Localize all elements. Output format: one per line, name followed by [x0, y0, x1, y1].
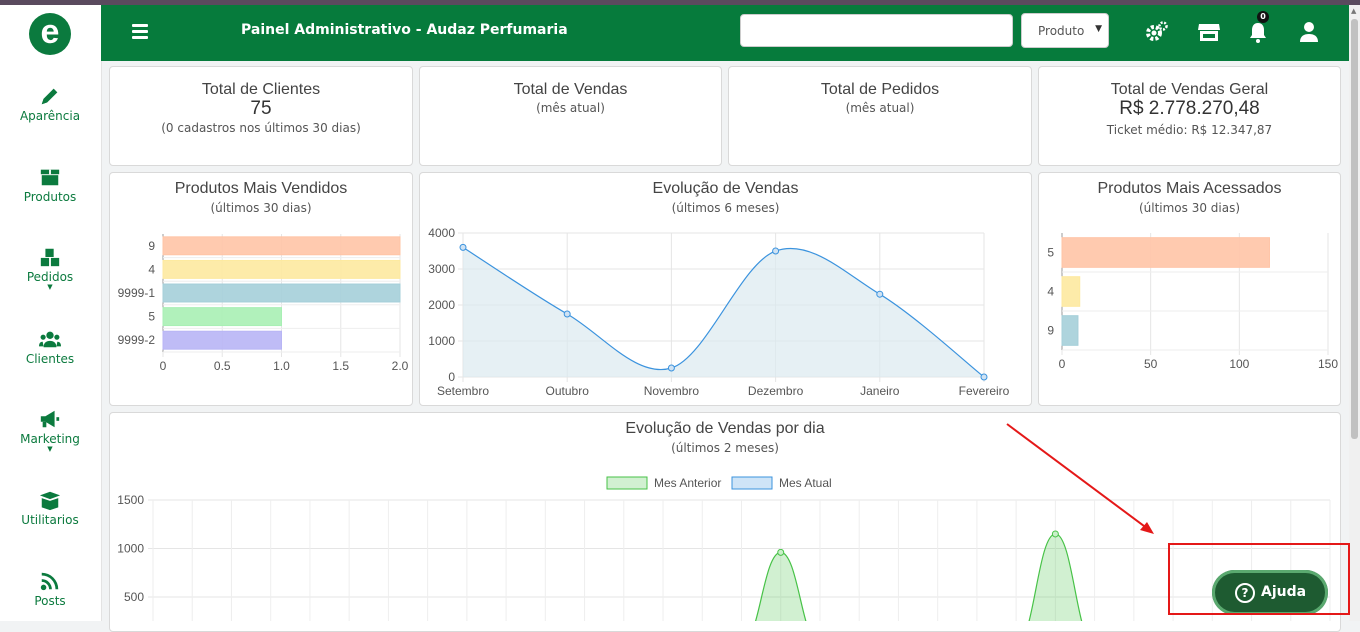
card-subtitle: Ticket médio: R$ 12.347,87: [1106, 123, 1273, 137]
chart-subtitle: (últimos 6 meses): [671, 201, 780, 215]
chart-title: Produtos Mais Acessados: [1097, 180, 1282, 197]
sidebar-item-utilitarios[interactable]: Utilitarios: [0, 489, 100, 527]
sidebar-item-label: Utilitarios: [21, 513, 79, 527]
sidebar-item-clientes[interactable]: Clientes: [0, 328, 100, 366]
chart-title: Evolução de Vendas por dia: [625, 420, 825, 437]
select-value: Produto: [1038, 24, 1085, 38]
card-total-vendas-geral: Total de Vendas Geral R$ 2.778.270,48 Ti…: [1038, 66, 1341, 166]
menu-icon[interactable]: [132, 24, 148, 42]
boxes-icon: [40, 248, 60, 267]
sidebar-item-posts[interactable]: Posts: [0, 570, 100, 608]
chevron-down-icon: ▼: [47, 445, 53, 453]
gift-box-icon: [39, 491, 61, 511]
card-value: 75: [250, 98, 272, 119]
sidebar-item-label: Marketing: [20, 432, 80, 446]
card-total-vendas: Total de Vendas (mês atual): [419, 66, 722, 166]
logo[interactable]: e: [29, 13, 71, 55]
notifications-badge: 0: [1257, 11, 1269, 23]
settings-icon[interactable]: [1145, 20, 1169, 44]
annotation-highlight-box: [1168, 543, 1350, 615]
chart-subtitle: (últimos 30 dias): [1138, 201, 1241, 215]
card-subtitle: (0 cadastros nos últimos 30 dias): [161, 121, 361, 135]
card-title: Total de Vendas: [513, 81, 628, 98]
chevron-down-icon: ▼: [47, 283, 53, 291]
chevron-down-icon: ▼: [1095, 24, 1102, 34]
megaphone-icon: [40, 410, 60, 428]
chart-card-mais-acessados: Produtos Mais Acessados (últimos 30 dias…: [1038, 172, 1341, 406]
sidebar: e Aparência Produtos Pedidos ▼ Clientes …: [0, 5, 102, 621]
scrollbar[interactable]: ▲: [1349, 5, 1360, 621]
top-header: Painel Administrativo - Audaz Perfumaria…: [101, 5, 1349, 61]
rss-icon: [40, 572, 59, 591]
chart-card-evolucao-vendas: Evolução de Vendas (últimos 6 meses): [419, 172, 1032, 406]
card-title: Total de Pedidos: [820, 81, 940, 98]
chart-card-mais-vendidos: Produtos Mais Vendidos (últimos 30 dias): [109, 172, 413, 406]
card-total-pedidos: Total de Pedidos (mês atual): [728, 66, 1032, 166]
sidebar-item-produtos[interactable]: Produtos: [0, 166, 100, 204]
card-value: R$ 2.778.270,48: [1119, 98, 1260, 119]
search-input[interactable]: [740, 14, 1013, 47]
sidebar-item-aparencia[interactable]: Aparência: [0, 85, 100, 123]
sidebar-item-marketing[interactable]: Marketing ▼: [0, 408, 100, 453]
store-icon[interactable]: [1197, 20, 1221, 44]
sidebar-item-label: Posts: [34, 594, 66, 608]
chart-card-vendas-por-dia: Evolução de Vendas por dia (últimos 2 me…: [109, 412, 1341, 632]
card-title: Total de Vendas Geral: [1110, 81, 1269, 98]
sidebar-item-label: Pedidos: [26, 270, 74, 284]
bell-icon[interactable]: [1246, 20, 1270, 44]
card-title: Total de Clientes: [201, 81, 321, 98]
users-icon: [39, 331, 61, 348]
card-subtitle: (mês atual): [845, 101, 915, 115]
scrollbar-thumb[interactable]: [1351, 19, 1358, 439]
sidebar-item-label: Produtos: [23, 190, 77, 204]
sidebar-item-pedidos[interactable]: Pedidos ▼: [0, 246, 100, 291]
box-icon: [40, 169, 60, 186]
card-total-clientes: Total de Clientes 75 (0 cadastros nos úl…: [109, 66, 413, 166]
chart-title: Evolução de Vendas: [652, 180, 799, 197]
search-type-select[interactable]: Produto ▼: [1021, 13, 1109, 48]
card-subtitle: (mês atual): [536, 101, 605, 115]
chart-title: Produtos Mais Vendidos: [174, 180, 348, 197]
sidebar-item-label: Aparência: [19, 109, 81, 123]
chart-subtitle: (últimos 2 meses): [671, 441, 779, 455]
chart-subtitle: (últimos 30 dias): [210, 201, 312, 215]
pencil-icon: [41, 88, 58, 105]
sidebar-item-label: Clientes: [25, 352, 75, 366]
page-title: Painel Administrativo - Audaz Perfumaria: [241, 22, 568, 38]
user-icon[interactable]: [1297, 20, 1321, 44]
scroll-up-arrow-icon[interactable]: ▲: [1351, 7, 1356, 15]
